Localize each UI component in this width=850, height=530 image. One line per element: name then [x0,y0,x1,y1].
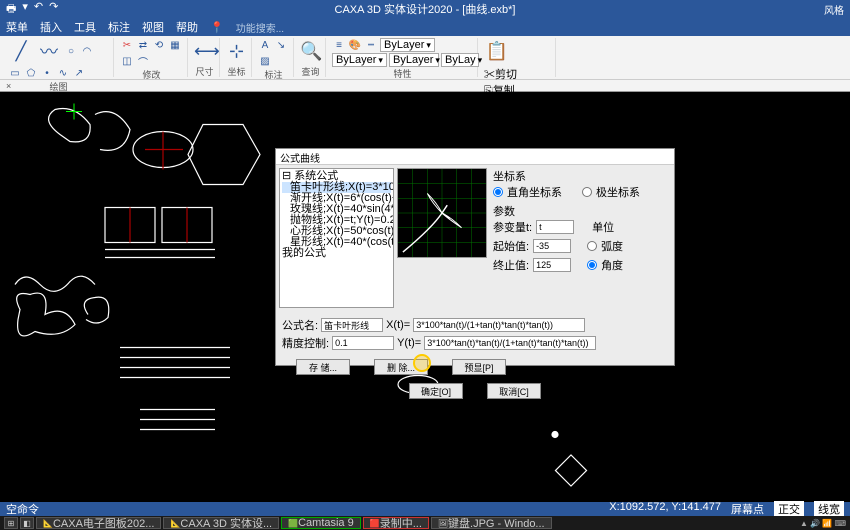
cursor-highlight [413,354,431,372]
group-dim: 尺寸 [194,65,215,77]
redo-icon[interactable]: ↷ [49,0,58,19]
degree-radio[interactable] [587,260,597,270]
quick-access-toolbar: 🖶 ▾ ↶ ↷ [6,0,58,19]
rotate-icon[interactable]: ⟲ [152,38,166,52]
print-icon[interactable]: 🖶 [6,0,16,19]
poly-icon[interactable]: ⬠ [24,66,38,80]
group-coord: 坐标 [226,65,247,77]
menu-main[interactable]: 菜单 [6,19,28,35]
save-button[interactable]: 存 储... [296,359,350,375]
arc-icon[interactable]: ◠ [80,44,94,58]
formula-curve-dialog: 公式曲线 ⊟ 系统公式 笛卡叶形线;X(t)=3*100*tan(t) 渐开线;… [275,148,675,366]
coord-icon[interactable]: ⊹ [226,39,247,65]
taskbar-item[interactable]: 📐 CAXA 3D 实体设... [163,517,279,529]
menu-tools[interactable]: 工具 [74,19,96,35]
hatch-icon[interactable]: ▨ [258,54,272,68]
layer-select-3[interactable]: ByLayer▾ [389,53,439,67]
group-anno: 标注 [258,68,289,80]
linetype-icon[interactable]: ┅ [364,38,378,52]
curve-tool-icon[interactable]: 〰 [36,38,62,64]
mask-mode[interactable]: 屏幕点 [731,501,764,517]
parameter-panel: 坐标系 直角坐标系 极坐标系 参数 参变量t: 单位 起始值: 弧度 终止值: [487,168,671,312]
group-query: 查询 [300,65,321,77]
taskview-icon[interactable]: ◧ [20,517,34,529]
document-tab-strip: × [0,80,850,92]
system-tray[interactable]: ▲ 🔊 📶 ⌨ [800,519,846,528]
taskbar-item[interactable]: 🟩 Camtasia 9 [281,517,361,529]
spline-icon[interactable]: ∿ [56,66,70,80]
radian-radio[interactable] [587,241,597,251]
color-icon[interactable]: 🎨 [348,38,362,52]
lineweight-toggle[interactable]: 线宽 [814,501,844,517]
point-icon[interactable]: • [40,66,54,80]
trim-icon[interactable]: ✂ [120,38,134,52]
offset-icon[interactable]: ◫ [120,54,134,68]
line-tool-icon[interactable]: ╱ [8,38,34,64]
paste-icon[interactable]: 📋 [484,38,510,64]
save-icon[interactable]: ▾ [22,0,28,19]
array-icon[interactable]: ▦ [168,38,182,52]
ray-icon[interactable]: ↗ [72,66,86,80]
group-modify: 修改 [120,68,183,80]
formula-name-input[interactable] [321,318,383,332]
undo-icon[interactable]: ↶ [34,0,43,19]
layer-icon[interactable]: ≡ [332,38,346,52]
coordinates: X:1092.572, Y:141.477 [609,501,721,517]
cut-btn[interactable]: ✂剪切 [484,66,538,82]
rect-icon[interactable]: ▭ [8,66,22,80]
param-section-label: 参数 [493,203,671,219]
function-search[interactable]: 功能搜索... [236,20,284,35]
layer-select-2[interactable]: ByLayer▾ [332,53,387,67]
circle-icon[interactable]: ○ [64,44,78,58]
window-title: CAXA 3D 实体设计2020 - [曲线.exb*] [335,1,516,17]
command-status: 空命令 [6,501,39,517]
end-input[interactable] [533,258,571,272]
text-icon[interactable]: A [258,38,272,52]
title-bar: 🖶 ▾ ↶ ↷ CAXA 3D 实体设计2020 - [曲线.exb*] 风格 [0,0,850,18]
menu-bar: 菜单 插入 工具 标注 视图 帮助 📍 功能搜索... [0,18,850,36]
menu-annotate[interactable]: 标注 [108,19,130,35]
dialog-title: 公式曲线 [276,149,674,165]
taskbar-item[interactable]: 📐 CAXA电子图板202... [36,517,161,529]
query-icon[interactable]: 🔍 [300,39,322,65]
curve-preview [397,168,487,258]
style-label[interactable]: 风格 [824,2,844,17]
fillet-icon[interactable]: ⌒ [136,54,150,68]
coord-section-label: 坐标系 [493,168,671,184]
ok-button[interactable]: 确定[O] [409,383,463,399]
precision-input[interactable] [332,336,394,350]
status-bar: 空命令 X:1092.572, Y:141.477 屏幕点 正交 线宽 [0,502,850,516]
menu-view[interactable]: 视图 [142,19,164,35]
ortho-toggle[interactable]: 正交 [774,501,804,517]
layer-select-4[interactable]: ByLay▾ [441,53,479,67]
taskbar-item[interactable]: 🟥 录制中... [363,517,429,529]
group-props: 特性 [332,67,473,79]
menu-insert[interactable]: 插入 [40,19,62,35]
mirror-icon[interactable]: ⇄ [136,38,150,52]
xt-input[interactable] [413,318,585,332]
close-tab-icon[interactable]: × [0,81,11,91]
preview-button[interactable]: 预显[P] [452,359,506,375]
dimension-icon[interactable]: ⟷ [194,39,220,65]
layer-select-1[interactable]: ByLayer▾ [380,38,435,52]
ribbon: ╱ 〰 ○ ◠ ▭ ⬠ • ∿ ↗ 绘图 ✂ ⇄ ⟲ ▦ ◫ ⌒ 修改 ⟷ 尺寸… [0,36,850,80]
group-draw: 绘图 [8,80,109,92]
start-icon[interactable]: ⊞ [4,517,18,529]
var-input[interactable] [536,220,574,234]
cartesian-radio[interactable] [493,187,503,197]
taskbar-item[interactable]: 🖼 键盘.JPG - Windo... [431,517,552,529]
leader-icon[interactable]: ↘ [274,38,288,52]
cancel-button[interactable]: 取消[C] [487,383,541,399]
formula-tree[interactable]: ⊟ 系统公式 笛卡叶形线;X(t)=3*100*tan(t) 渐开线;X(t)=… [279,168,394,308]
start-input[interactable] [533,239,571,253]
polar-radio[interactable] [582,187,592,197]
yt-input[interactable] [424,336,596,350]
windows-taskbar: ⊞ ◧ 📐 CAXA电子图板202... 📐 CAXA 3D 实体设... 🟩 … [0,516,850,530]
menu-help[interactable]: 帮助 [176,19,198,35]
